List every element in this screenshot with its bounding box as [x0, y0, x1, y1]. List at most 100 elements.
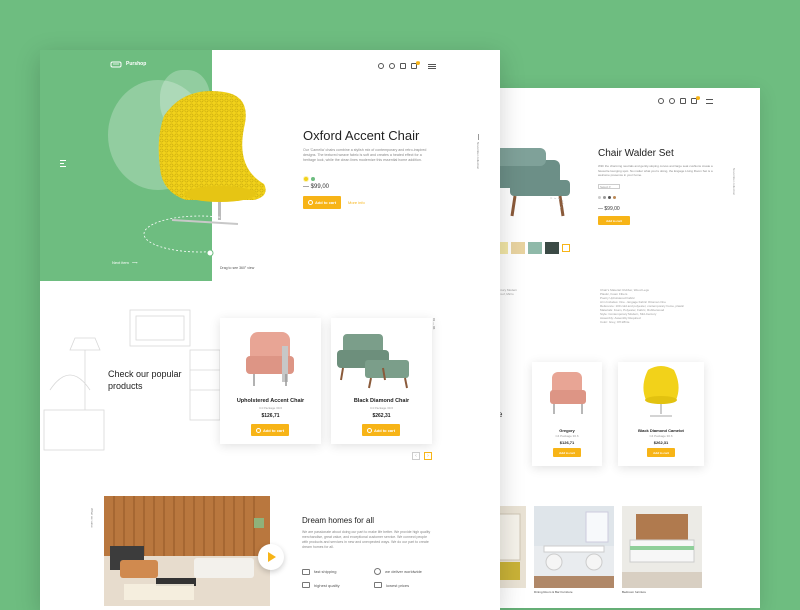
add-to-cart-button[interactable]: Add to cart	[647, 448, 675, 457]
product-name: Upholstered Accent Chair	[236, 398, 305, 404]
dream-title: Dream homes for all	[302, 516, 375, 525]
product-card[interactable]: Upholstered Accent Chair C4 Package 30.6…	[220, 318, 321, 444]
search-icon[interactable]	[378, 63, 384, 69]
truck-icon	[302, 568, 310, 575]
search-icon[interactable]	[658, 98, 664, 104]
product-meta: C4 Package 30.6	[649, 434, 673, 438]
drag-hint: Drag to see 360° view	[220, 266, 255, 270]
next-item-link[interactable]: Next item ⟶	[112, 260, 138, 265]
add-to-cart-button[interactable]: Add to cart	[251, 424, 289, 436]
add-to-cart-button[interactable]: Add to cart	[362, 424, 400, 436]
room-caption[interactable]: Bedroom furniture	[622, 590, 646, 594]
globe-icon	[374, 568, 381, 575]
product-name: Gregory	[559, 428, 575, 433]
feature-label: we deliver worldwide	[385, 569, 422, 574]
back-nav: 2	[658, 96, 713, 104]
cart-icon[interactable]: 2	[411, 61, 420, 69]
thumbnail[interactable]	[545, 242, 559, 254]
product-price: — $99,00	[303, 184, 330, 190]
feature-item: fast shipping	[302, 568, 374, 575]
cart-icon[interactable]: 2	[691, 96, 700, 104]
medal-icon	[302, 582, 310, 588]
feature-label: fast shipping	[314, 569, 337, 574]
dream-text: We are passionate about doing our part t…	[302, 530, 431, 549]
living-room-photo	[104, 496, 270, 606]
product-image	[246, 332, 294, 386]
play-video-button[interactable]	[258, 544, 284, 570]
add-to-cart-button[interactable]: Add to cart	[303, 196, 341, 209]
button-label: Add to cart	[314, 200, 337, 205]
more-info-link[interactable]: More info	[348, 200, 365, 205]
heart-icon[interactable]	[680, 98, 686, 104]
feature-item: lowest prices	[374, 582, 446, 588]
swatch-green[interactable]	[311, 177, 315, 181]
user-icon[interactable]	[669, 98, 675, 104]
button-label: Add to cart	[606, 218, 622, 223]
room-photo	[534, 506, 614, 588]
rotation-orbit[interactable]	[140, 208, 260, 268]
price-value: $99,00	[604, 206, 620, 212]
product-card[interactable]: Gregory C4 Package 30.6 $126,71 Add to c…	[532, 362, 602, 466]
product-price: $126,71	[261, 413, 280, 419]
button-label: Add to cart	[262, 427, 285, 433]
front-page: Purshop Next item ⟶ Drag to see 360° vie…	[40, 50, 500, 610]
swatch-yellow[interactable]	[304, 177, 308, 181]
product-title: Chair Walder Set	[598, 148, 674, 159]
spec-item: Color: Grey, Off-White	[600, 320, 630, 324]
thumbnail[interactable]	[528, 242, 542, 254]
prev-arrow-icon[interactable]: ‹	[412, 452, 420, 460]
button-label: Add to cart	[559, 450, 575, 455]
product-card[interactable]: Black Diamond Chair C4 Package 30.6 $262…	[331, 318, 432, 444]
add-to-cart-button[interactable]: Add to cart	[553, 448, 581, 457]
product-title: Oxford Accent Chair	[303, 128, 420, 143]
color-swatches	[598, 196, 616, 199]
carousel-page-indicator: 01 — 06	[432, 318, 436, 330]
feature-list: fast shipping we deliver worldwide highe…	[302, 568, 446, 588]
swatch[interactable]	[598, 196, 601, 199]
product-image	[550, 372, 586, 414]
play-icon	[268, 552, 276, 562]
user-icon[interactable]	[389, 63, 395, 69]
product-card[interactable]: Black Diamond Camelot C4 Package 30.6 $2…	[618, 362, 704, 466]
side-menu[interactable]	[60, 160, 66, 167]
product-meta: C4 Package 30.6	[369, 406, 393, 410]
back-page: 2 Chair Walder Set With the charming neu…	[490, 88, 760, 608]
cart-count: 2	[696, 96, 700, 100]
next-item-label: Next item	[112, 260, 129, 265]
arrow-right-icon: ⟶	[131, 260, 138, 265]
cart-count: 2	[416, 61, 420, 65]
page-total: 06	[432, 326, 436, 330]
section-heading: Check our popular products	[108, 369, 182, 391]
product-price: — $99,00	[598, 206, 620, 212]
heart-icon[interactable]	[400, 63, 406, 69]
product-price: $126,71	[559, 440, 575, 445]
feature-label: highest quality	[314, 582, 340, 588]
product-price: $262,31	[372, 413, 391, 419]
room-caption[interactable]: Dining Room & Bar Furniture	[534, 590, 573, 594]
swatch[interactable]	[608, 196, 611, 199]
collection-side-label: November collection	[732, 168, 736, 196]
button-label: Add to cart	[373, 427, 396, 433]
specs-right: Chair's Material: Rubber, Wood Legs Plas…	[600, 288, 684, 324]
carousel-controls: ‹ ›	[412, 452, 432, 460]
menu-icon[interactable]	[428, 63, 436, 69]
menu-icon[interactable]	[706, 98, 713, 104]
add-to-cart-button[interactable]: Add to cart	[598, 216, 630, 225]
values-side-label: What we value	[90, 508, 94, 528]
variant-select[interactable]: Select ▾	[598, 184, 620, 189]
brand-name: Purshop	[126, 61, 147, 67]
swatch[interactable]	[613, 196, 616, 199]
product-meta: C4 Package 30.6	[555, 434, 579, 438]
product-name: Black Diamond Camelot	[638, 428, 684, 433]
page-current: 01	[432, 318, 436, 322]
button-label: Add to cart	[653, 450, 669, 455]
next-arrow-icon[interactable]: ›	[424, 452, 432, 460]
thumbnail[interactable]	[511, 242, 525, 254]
swatch[interactable]	[603, 196, 606, 199]
room-photo	[622, 506, 702, 588]
thumbnail-next-button[interactable]	[562, 244, 570, 252]
sofa-image	[490, 148, 570, 217]
logo[interactable]: Purshop	[110, 60, 146, 68]
top-nav: 2	[378, 61, 436, 69]
feature-item: we deliver worldwide	[374, 568, 446, 575]
